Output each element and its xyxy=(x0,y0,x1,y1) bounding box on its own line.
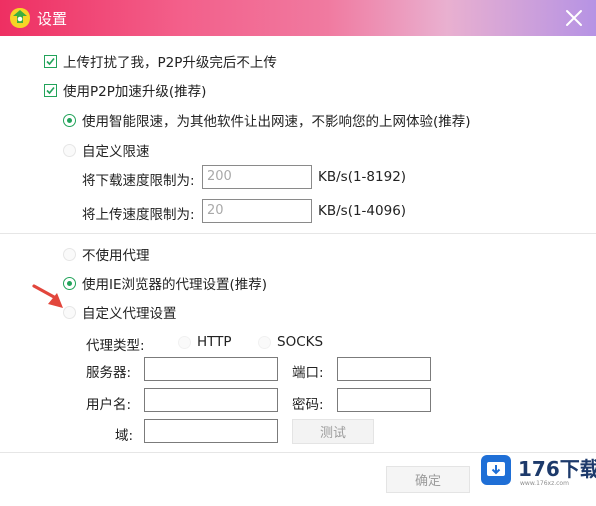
checkbox-checked-icon[interactable] xyxy=(44,83,57,97)
section-divider xyxy=(0,233,596,234)
custom-proxy-label: 自定义代理设置 xyxy=(82,306,177,322)
ie-proxy-label: 使用IE浏览器的代理设置(推荐) xyxy=(82,277,268,293)
title-bar: 设置 xyxy=(0,0,596,36)
upload-limit-input[interactable]: 20 xyxy=(202,199,312,223)
proxy-type-socks-label: SOCKS xyxy=(277,334,324,350)
use-p2p-option[interactable]: 使用P2P加速升级(推荐) xyxy=(44,80,206,100)
radio-unselected-icon[interactable] xyxy=(258,335,271,349)
upload-limit-label: 将上传速度限制为: xyxy=(82,207,195,223)
smart-limit-option[interactable]: 使用智能限速，为其他软件让出网速，不影响您的上网体验(推荐) xyxy=(63,110,471,130)
close-icon[interactable] xyxy=(560,4,588,32)
upload-limit-unit: KB/s(1-4096) xyxy=(318,203,407,219)
server-input[interactable] xyxy=(144,357,278,381)
radio-selected-icon[interactable] xyxy=(63,113,76,127)
custom-limit-option[interactable]: 自定义限速 xyxy=(63,140,150,160)
radio-unselected-icon[interactable] xyxy=(63,143,76,157)
watermark-url: www.176xz.com xyxy=(520,480,569,487)
proxy-type-socks-option[interactable]: SOCKS xyxy=(258,334,323,350)
domain-label: 域: xyxy=(115,428,134,444)
username-input[interactable] xyxy=(144,388,278,412)
server-label: 服务器: xyxy=(86,365,132,381)
radio-unselected-icon[interactable] xyxy=(178,335,191,349)
proxy-type-http-option[interactable]: HTTP xyxy=(178,334,232,350)
app-logo-icon xyxy=(10,8,30,28)
use-p2p-label: 使用P2P加速升级(推荐) xyxy=(63,84,207,100)
proxy-type-http-label: HTTP xyxy=(197,334,232,350)
smart-limit-label: 使用智能限速，为其他软件让出网速，不影响您的上网体验(推荐) xyxy=(82,114,471,130)
watermark-logo-icon xyxy=(481,455,511,485)
password-input[interactable] xyxy=(337,388,431,412)
port-input[interactable] xyxy=(337,357,431,381)
radio-unselected-icon[interactable] xyxy=(63,247,76,261)
no-proxy-option[interactable]: 不使用代理 xyxy=(63,244,150,264)
ok-button[interactable]: 确定 xyxy=(386,466,470,493)
password-label: 密码: xyxy=(292,397,324,413)
watermark-brand: 176下载网 xyxy=(518,457,596,481)
window-title: 设置 xyxy=(37,10,68,28)
proxy-type-label: 代理类型: xyxy=(86,338,145,354)
custom-proxy-option[interactable]: 自定义代理设置 xyxy=(63,302,177,322)
download-limit-label: 将下载速度限制为: xyxy=(82,173,195,189)
download-limit-unit: KB/s(1-8192) xyxy=(318,169,407,185)
custom-limit-label: 自定义限速 xyxy=(82,144,150,160)
checkbox-checked-icon[interactable] xyxy=(44,54,57,68)
ie-proxy-option[interactable]: 使用IE浏览器的代理设置(推荐) xyxy=(63,273,267,293)
download-limit-input[interactable]: 200 xyxy=(202,165,312,189)
username-label: 用户名: xyxy=(86,397,132,413)
domain-input[interactable] xyxy=(144,419,278,443)
no-proxy-label: 不使用代理 xyxy=(82,248,150,264)
port-label: 端口: xyxy=(292,365,324,381)
upload-disturb-label: 上传打扰了我，P2P升级完后不上传 xyxy=(63,55,277,71)
upload-disturb-option[interactable]: 上传打扰了我，P2P升级完后不上传 xyxy=(44,51,277,71)
test-button[interactable]: 测试 xyxy=(292,419,374,444)
radio-unselected-icon[interactable] xyxy=(63,305,76,319)
watermark: 176下载网 www.176xz.com xyxy=(480,452,596,492)
